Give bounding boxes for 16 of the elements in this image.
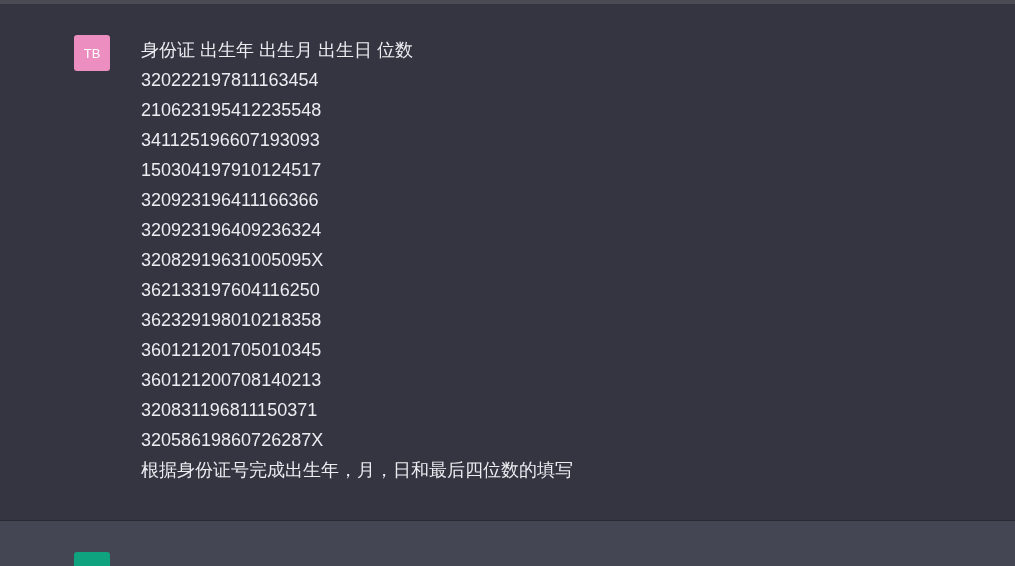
message-text: 341125196607193093 <box>141 129 321 152</box>
message-text: 32058619860726287X <box>141 429 325 452</box>
message-text: 身份证 出生年 出生月 出生日 位数 <box>141 39 414 62</box>
message-text: 320923196411166366 <box>141 189 320 212</box>
message-text: 362329198010218358 <box>141 309 323 332</box>
message-text: 150304197910124517 <box>141 159 323 182</box>
message-text: 210623195412235548 <box>141 99 323 122</box>
message-text: 32082919631005095X <box>141 249 325 272</box>
message-text: 根据身份证号完成出生年，月，日和最后四位数的填写 <box>141 459 573 482</box>
message-text: 360121201705010345 <box>141 339 323 362</box>
user-avatar: TB <box>74 35 110 71</box>
message-text: 320831196811150371 <box>141 399 319 422</box>
message-text: 320222197811163454 <box>141 69 320 92</box>
message-text: 320923196409236324 <box>141 219 323 242</box>
message-text: 360121200708140213 <box>141 369 323 392</box>
message-text: 362133197604116250 <box>141 279 321 302</box>
